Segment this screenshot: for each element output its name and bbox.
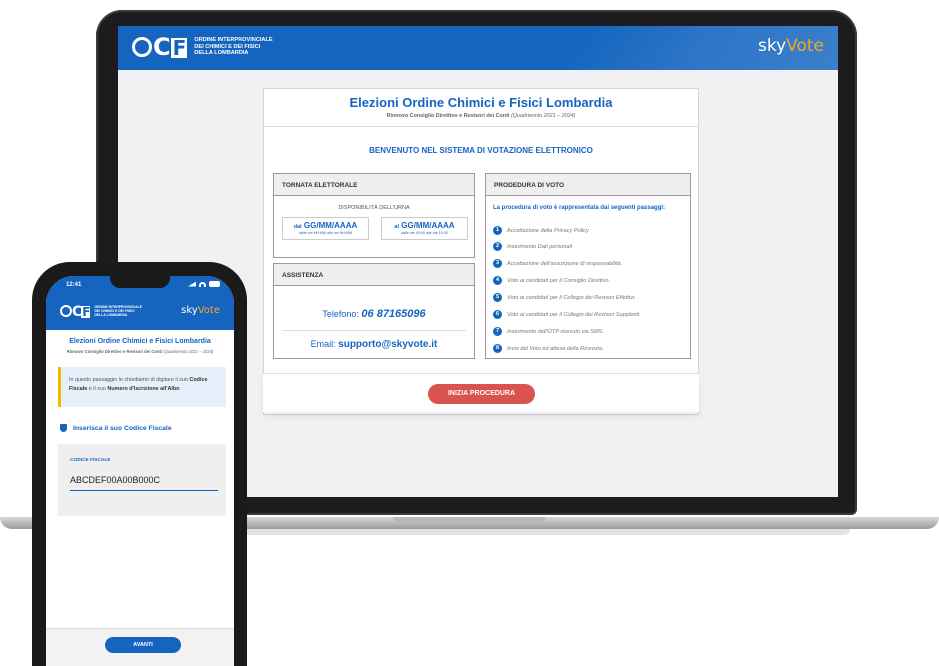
procedure-step: 3 Accettazione dell'assunzione di respons…: [493, 259, 622, 268]
assistenza-header: ASSISTENZA: [274, 264, 474, 286]
election-subtitle: Rinnovo Consiglio Direttivo e Revisori d…: [386, 113, 576, 119]
battery-icon: [209, 281, 220, 287]
assistenza-phone: Telefono: 06 87165096: [322, 308, 426, 320]
codice-fiscale-label: CODICE FISCALE: [70, 458, 111, 463]
info-banner: In questo passaggio le chiediamo di digi…: [58, 367, 226, 407]
phone-notch: [110, 276, 170, 288]
procedure-step: 1 Accettazione della Privacy Policy: [493, 226, 589, 235]
tornata-panel: TORNATA ELETTORALE DISPONIBILITÀ DELL'UR…: [273, 173, 475, 258]
date-from: dal GG/MM/AAAA dalle ore HH:MM alle ore …: [282, 217, 369, 240]
urna-caption: DISPONIBILITÀ DELL'URNA: [338, 205, 410, 211]
laptop-notch: [393, 517, 546, 522]
org-line-1: ORDINE INTERPROVINCIALE: [194, 37, 273, 44]
assistenza-panel: ASSISTENZA Telefono: 06 87165096 Email: …: [273, 263, 475, 359]
card-footer: INIZIA PROCEDURA: [263, 373, 699, 412]
procedure-step: 2 Inserimento Dati personali: [493, 242, 572, 251]
procedura-panel: PRODEDURA DI VOTO La procedura di voto è…: [485, 173, 691, 359]
org-line-3: DELLA LOMBARDIA: [194, 50, 249, 57]
ocf-logo: CF ORDINE INTERPROVINCIALE DEI CHIMICI E…: [60, 305, 142, 319]
laptop-header: CF ORDINE INTERPROVINCIALE DEI CHIMICI E…: [118, 26, 838, 70]
phone-screen: 12:41 CF ORDINE INTERPROVINCIALE DEI CHI…: [46, 276, 234, 666]
shield-icon: [60, 424, 67, 432]
phone-header: CF ORDINE INTERPROVINCIALE DEI CHIMICI E…: [46, 294, 234, 330]
phone-election-title: Elezioni Ordine Chimici e Fisici Lombard…: [69, 338, 211, 345]
procedure-step: 5 Voto ai candidati per il Collegio dei R…: [493, 293, 636, 302]
assistenza-email: Email: supporto@skyvote.it: [310, 339, 438, 350]
codice-fiscale-field[interactable]: CODICE FISCALE ABCDEF00A00B000C: [58, 444, 226, 516]
procedura-header: PRODEDURA DI VOTO: [486, 174, 690, 196]
status-time: 12:41: [66, 282, 82, 288]
support-email-link[interactable]: supporto@skyvote.it: [338, 339, 437, 350]
procedure-step: 4 Voto ai candidati per il Consiglio Dire…: [493, 276, 610, 285]
section-title: Inserisca il suo Codice Fiscale: [60, 424, 172, 432]
phone-footer: AVANTI: [46, 628, 234, 666]
tornata-header: TORNATA ELETTORALE: [274, 174, 474, 196]
election-title: Elezioni Ordine Chimici e Fisici Lombard…: [349, 95, 613, 110]
start-procedure-button[interactable]: INIZIA PROCEDURA: [428, 384, 535, 404]
welcome-heading: BENVENUTO NEL SISTEMA DI VOTAZIONE ELETT…: [369, 146, 593, 155]
mockup-stage: CF ORDINE INTERPROVINCIALE DEI CHIMICI E…: [0, 0, 939, 666]
procedure-step: 7 Inserimento dell'OTP ricevuto via SMS.: [493, 327, 604, 336]
procedura-intro: La procedura di voto è rappresentata dai…: [493, 205, 666, 211]
signal-icon: [188, 281, 196, 287]
wifi-icon: [199, 281, 206, 287]
skyvote-logo: skyVote: [181, 305, 220, 316]
voting-card: Elezioni Ordine Chimici e Fisici Lombard…: [263, 88, 699, 415]
ocf-logo: CF ORDINE INTERPROVINCIALE DEI CHIMICI E…: [132, 35, 273, 59]
procedure-step: 6 Voto ai candidati per il Collegio dei R…: [493, 310, 641, 319]
next-button[interactable]: AVANTI: [105, 637, 181, 653]
procedure-step: 8 Invio del Voto ed attesa della Ricevuta…: [493, 344, 604, 353]
date-to: al GG/MM/AAAA dalle ore 09:00 alle ore 1…: [381, 217, 468, 240]
phone-election-subtitle: Rinnovo Consiglio Direttivo e Revisori d…: [66, 349, 214, 354]
codice-fiscale-input[interactable]: ABCDEF00A00B000C: [70, 475, 160, 485]
skyvote-logo: skyVote: [758, 36, 824, 56]
